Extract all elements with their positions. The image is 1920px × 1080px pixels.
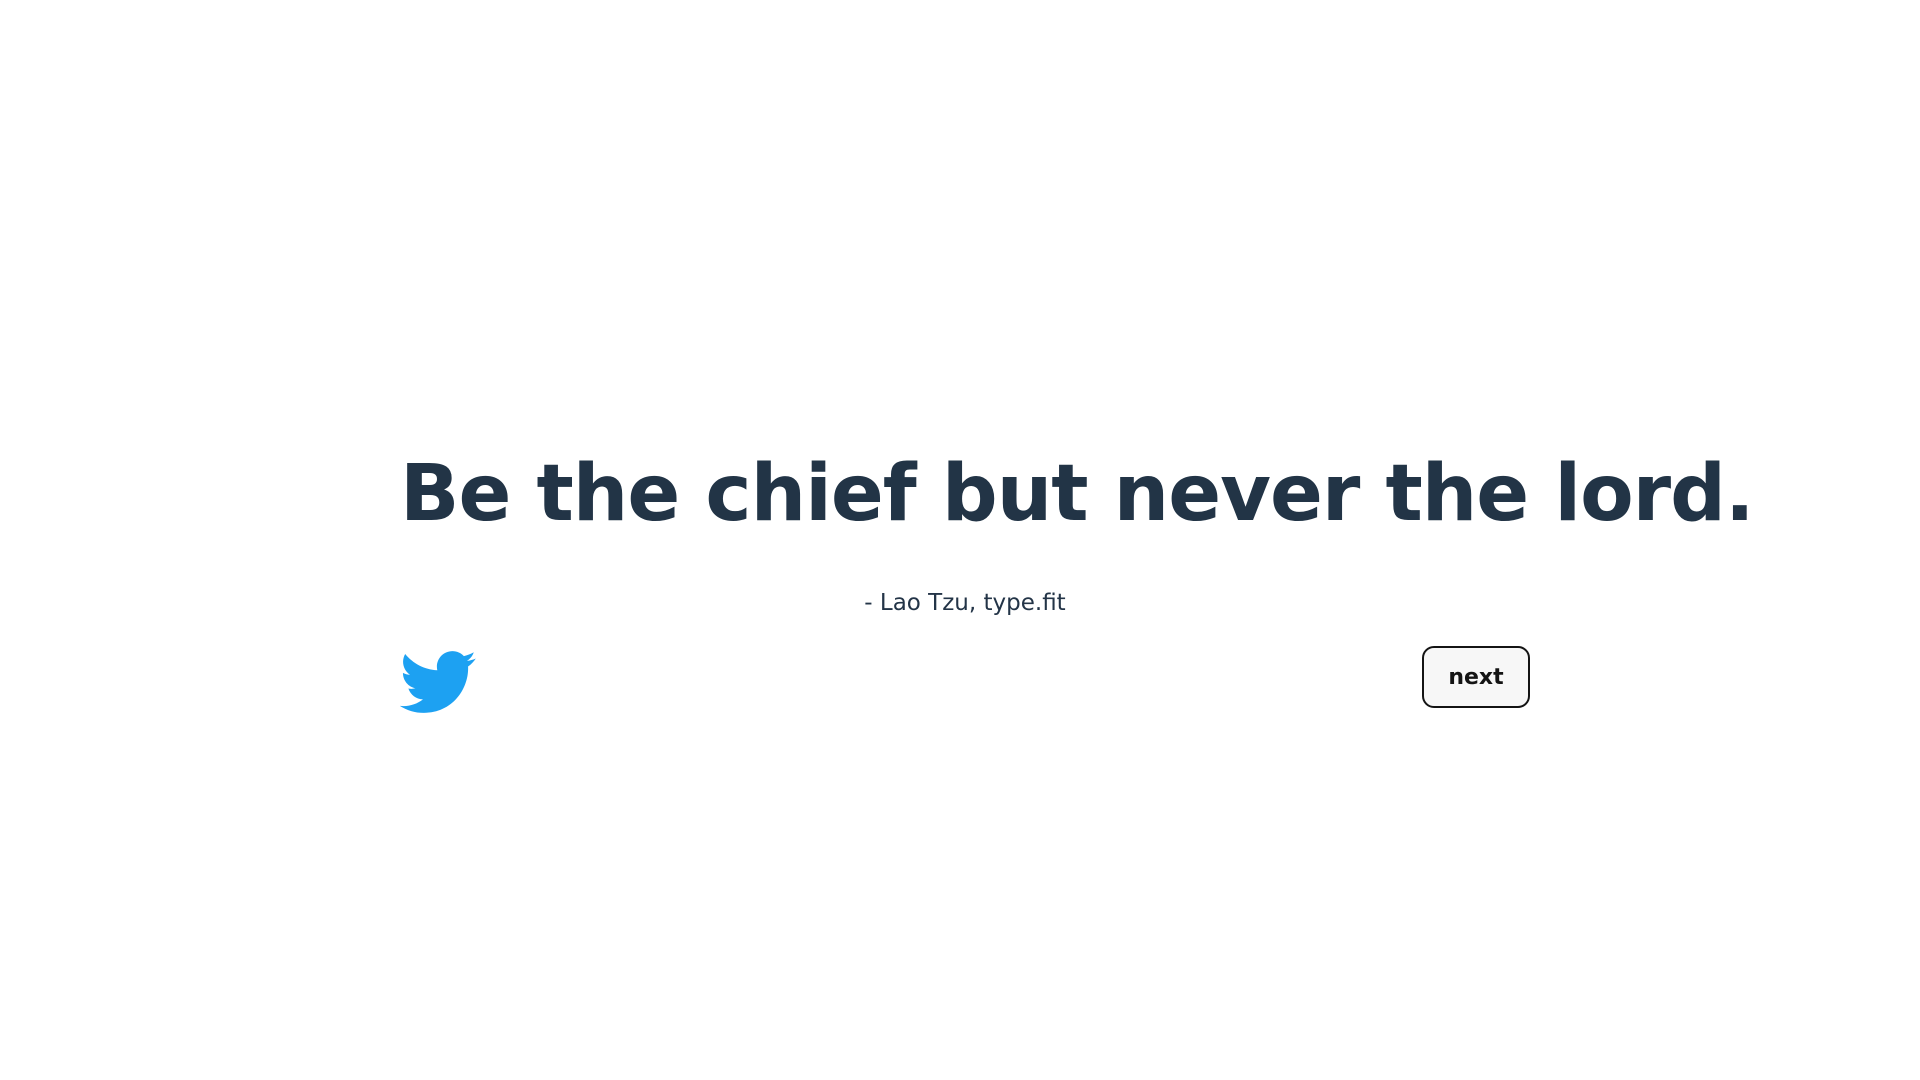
tweet-quote-button[interactable] bbox=[400, 650, 476, 714]
twitter-bird-icon bbox=[400, 651, 476, 713]
next-button[interactable]: next bbox=[1422, 646, 1530, 708]
quote-author: - Lao Tzu, type.fit bbox=[864, 590, 1066, 616]
quote-box: Be the chief but never the lord. - Lao T… bbox=[400, 440, 1755, 616]
quote-text: Be the chief but never the lord. bbox=[400, 449, 1755, 539]
